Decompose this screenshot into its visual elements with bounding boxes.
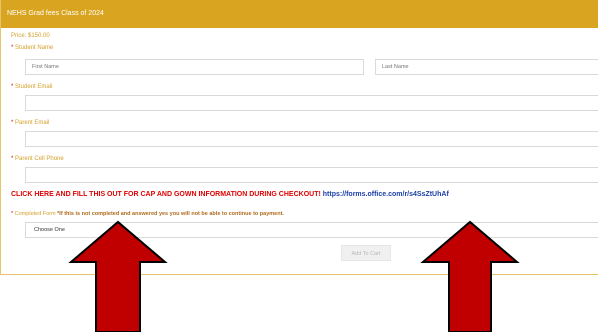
arrow-up-icon [68,220,168,332]
arrow-annotations [68,220,520,332]
arrow-up-icon [420,220,520,332]
